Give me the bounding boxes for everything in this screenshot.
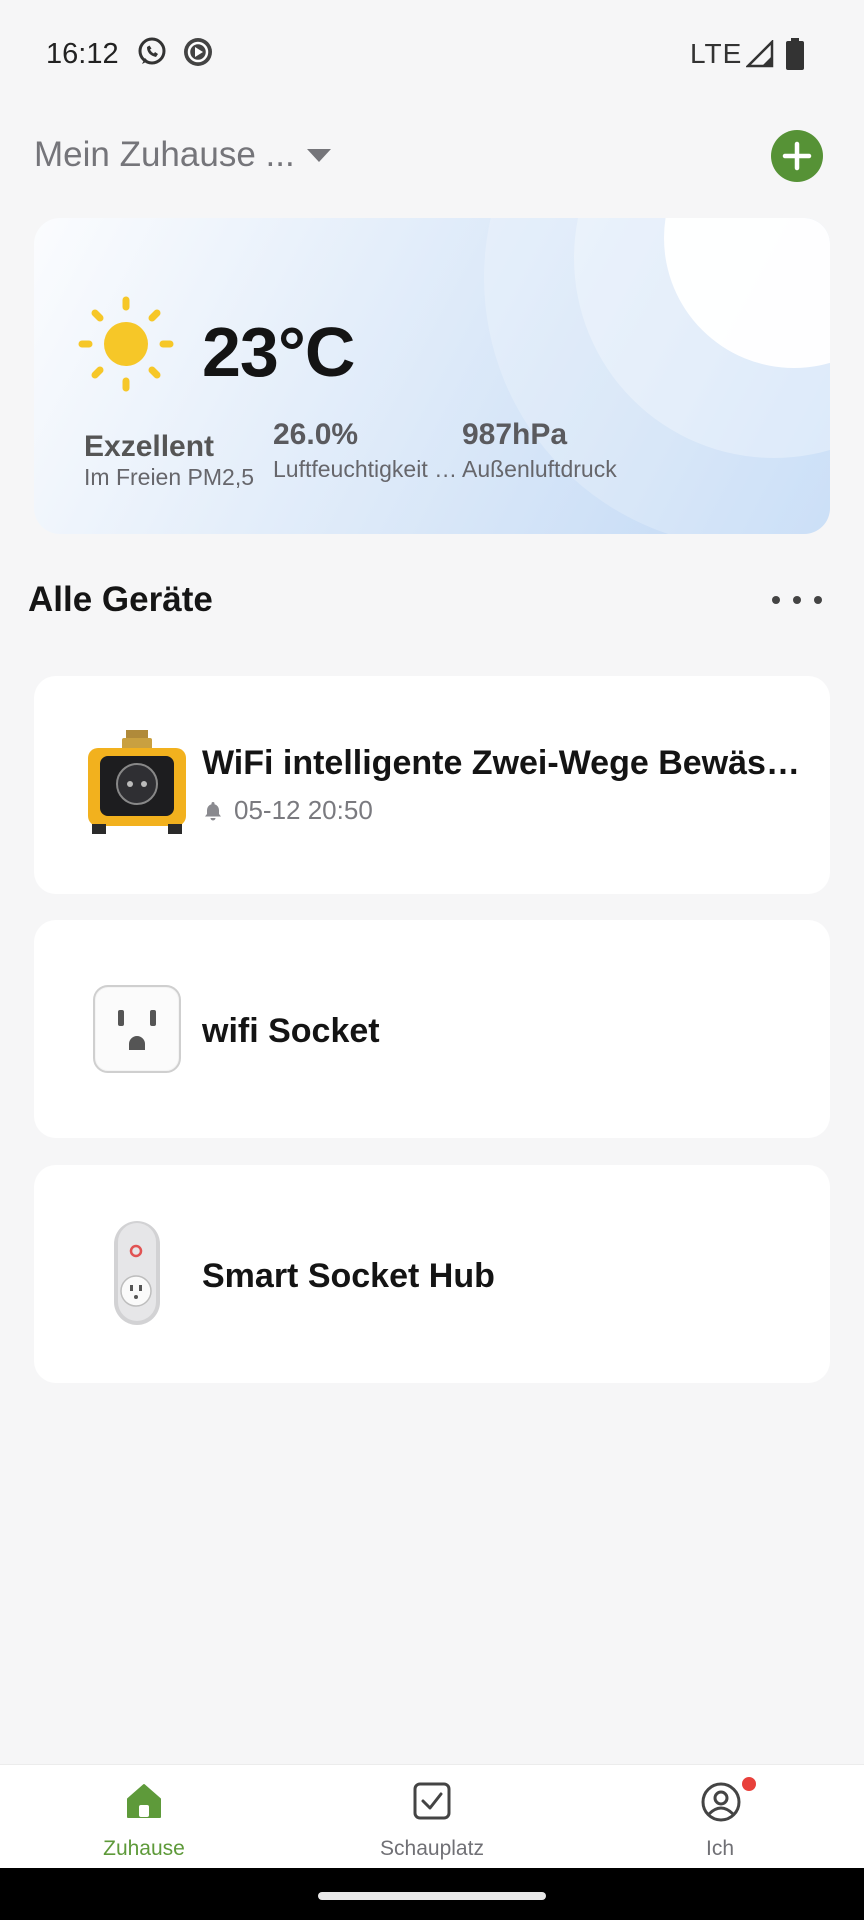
device-name: wifi Socket bbox=[202, 1012, 380, 1050]
status-bar: 16:12 LTE bbox=[0, 0, 864, 108]
home-name: Mein Zuhause ... bbox=[34, 135, 295, 174]
media-icon bbox=[182, 36, 214, 73]
humidity-value: 26.0% bbox=[273, 418, 359, 451]
battery-icon bbox=[786, 38, 804, 75]
device-alarm-info: 05-12 20:50 bbox=[202, 795, 373, 826]
more-options-button[interactable] bbox=[772, 582, 822, 618]
nav-label: Zuhause bbox=[103, 1837, 185, 1860]
socket-icon bbox=[78, 970, 196, 1088]
water-timer-icon bbox=[78, 726, 196, 844]
bell-icon bbox=[205, 801, 221, 820]
humidity-label: Luftfeuchtigkeit im Freien bbox=[273, 456, 459, 482]
pressure-label: Außenluftdruck bbox=[462, 456, 617, 482]
bottom-nav: Zuhause Schauplatz Ich bbox=[0, 1764, 864, 1869]
device-card-smart-socket-hub[interactable]: Smart Socket Hub bbox=[34, 1165, 830, 1383]
add-device-button[interactable] bbox=[771, 130, 823, 182]
more-dots-icon-part bbox=[814, 596, 822, 604]
nav-tab-zuhause[interactable]: Zuhause bbox=[44, 1765, 244, 1869]
home-icon bbox=[127, 1784, 161, 1818]
air-quality-value: Exzellent bbox=[84, 430, 215, 463]
air-quality: Exzellent Im Freien PM2,5 bbox=[84, 430, 254, 491]
more-dots-icon bbox=[772, 596, 780, 604]
pressure-value: 987hPa bbox=[462, 418, 568, 451]
nav-tab-schauplatz[interactable]: Schauplatz bbox=[332, 1765, 532, 1869]
notification-badge bbox=[742, 1777, 756, 1791]
profile-icon bbox=[701, 1782, 741, 1822]
sun-icon bbox=[78, 296, 174, 397]
pressure: 987hPa Außenluftdruck bbox=[462, 418, 617, 483]
device-name: WiFi intelligente Zwei-Wege Bewässerung bbox=[202, 744, 814, 782]
temperature: 23°C bbox=[202, 313, 355, 391]
plug-hub-icon bbox=[78, 1215, 196, 1333]
nav-tab-ich[interactable]: Ich bbox=[620, 1765, 820, 1869]
status-time: 16:12 bbox=[46, 38, 119, 70]
device-name: Smart Socket Hub bbox=[202, 1257, 495, 1295]
nav-label: Schauplatz bbox=[380, 1837, 484, 1860]
scene-checkbox-icon bbox=[413, 1782, 451, 1820]
nav-label: Ich bbox=[705, 1837, 734, 1860]
alarm-time: 05-12 20:50 bbox=[234, 795, 373, 825]
air-quality-label: Im Freien PM2,5 bbox=[84, 464, 254, 490]
chevron-down-icon bbox=[306, 148, 331, 162]
network-type: LTE bbox=[690, 38, 743, 69]
home-gesture-handle[interactable] bbox=[318, 1892, 546, 1900]
section-title: Alle Geräte bbox=[28, 580, 213, 619]
humidity: 26.0% Luftfeuchtigkeit im Freien bbox=[273, 418, 459, 483]
device-card-wifi-socket[interactable]: wifi Socket bbox=[34, 920, 830, 1138]
plus-icon bbox=[782, 141, 812, 171]
home-selector[interactable]: Mein Zuhause ... bbox=[34, 130, 331, 180]
signal-icon bbox=[744, 38, 774, 73]
device-card-irrigation[interactable]: WiFi intelligente Zwei-Wege Bewässerung … bbox=[34, 676, 830, 894]
weather-card[interactable]: 23°C Exzellent Im Freien PM2,5 26.0% Luf… bbox=[34, 218, 830, 534]
whatsapp-icon bbox=[136, 36, 168, 73]
more-dots-icon-part bbox=[793, 596, 801, 604]
